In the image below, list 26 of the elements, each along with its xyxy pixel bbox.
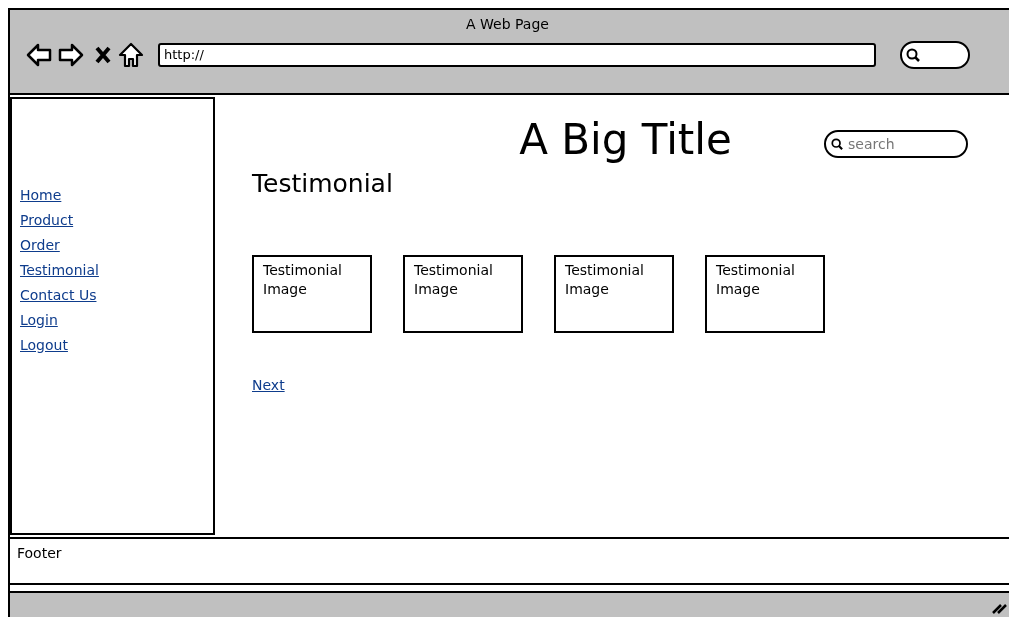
section-heading: Testimonial [252,168,394,200]
window-title: A Web Page [466,15,549,34]
search-icon [831,138,843,150]
next-link[interactable]: Next [252,375,285,396]
footer-text: Footer [17,545,62,561]
nav-link[interactable]: Home [20,185,62,205]
nav-link[interactable]: Order [20,235,60,255]
address-field[interactable]: http:// [158,43,876,67]
nav-link[interactable]: Product [20,210,74,230]
page-title: A Big Title [519,115,732,165]
image-caption: Testimonial Image [414,262,493,297]
image-caption: Testimonial Image [716,262,795,297]
search-icon [906,48,920,62]
nav-link[interactable]: Logout [20,335,68,355]
image-caption: Testimonial Image [565,262,644,297]
home-icon[interactable] [118,42,144,68]
browser-search-field[interactable] [900,41,970,69]
image-caption: Testimonial Image [263,262,342,297]
nav-link[interactable]: Contact Us [20,285,97,305]
forward-icon[interactable] [58,42,84,68]
back-icon[interactable] [26,42,52,68]
search-field[interactable]: search [824,130,968,158]
nav-link[interactable]: Testimonial [20,260,99,280]
resize-grip-icon[interactable] [991,601,1007,615]
nav-link[interactable]: Login [20,310,58,330]
close-icon[interactable] [94,45,112,65]
